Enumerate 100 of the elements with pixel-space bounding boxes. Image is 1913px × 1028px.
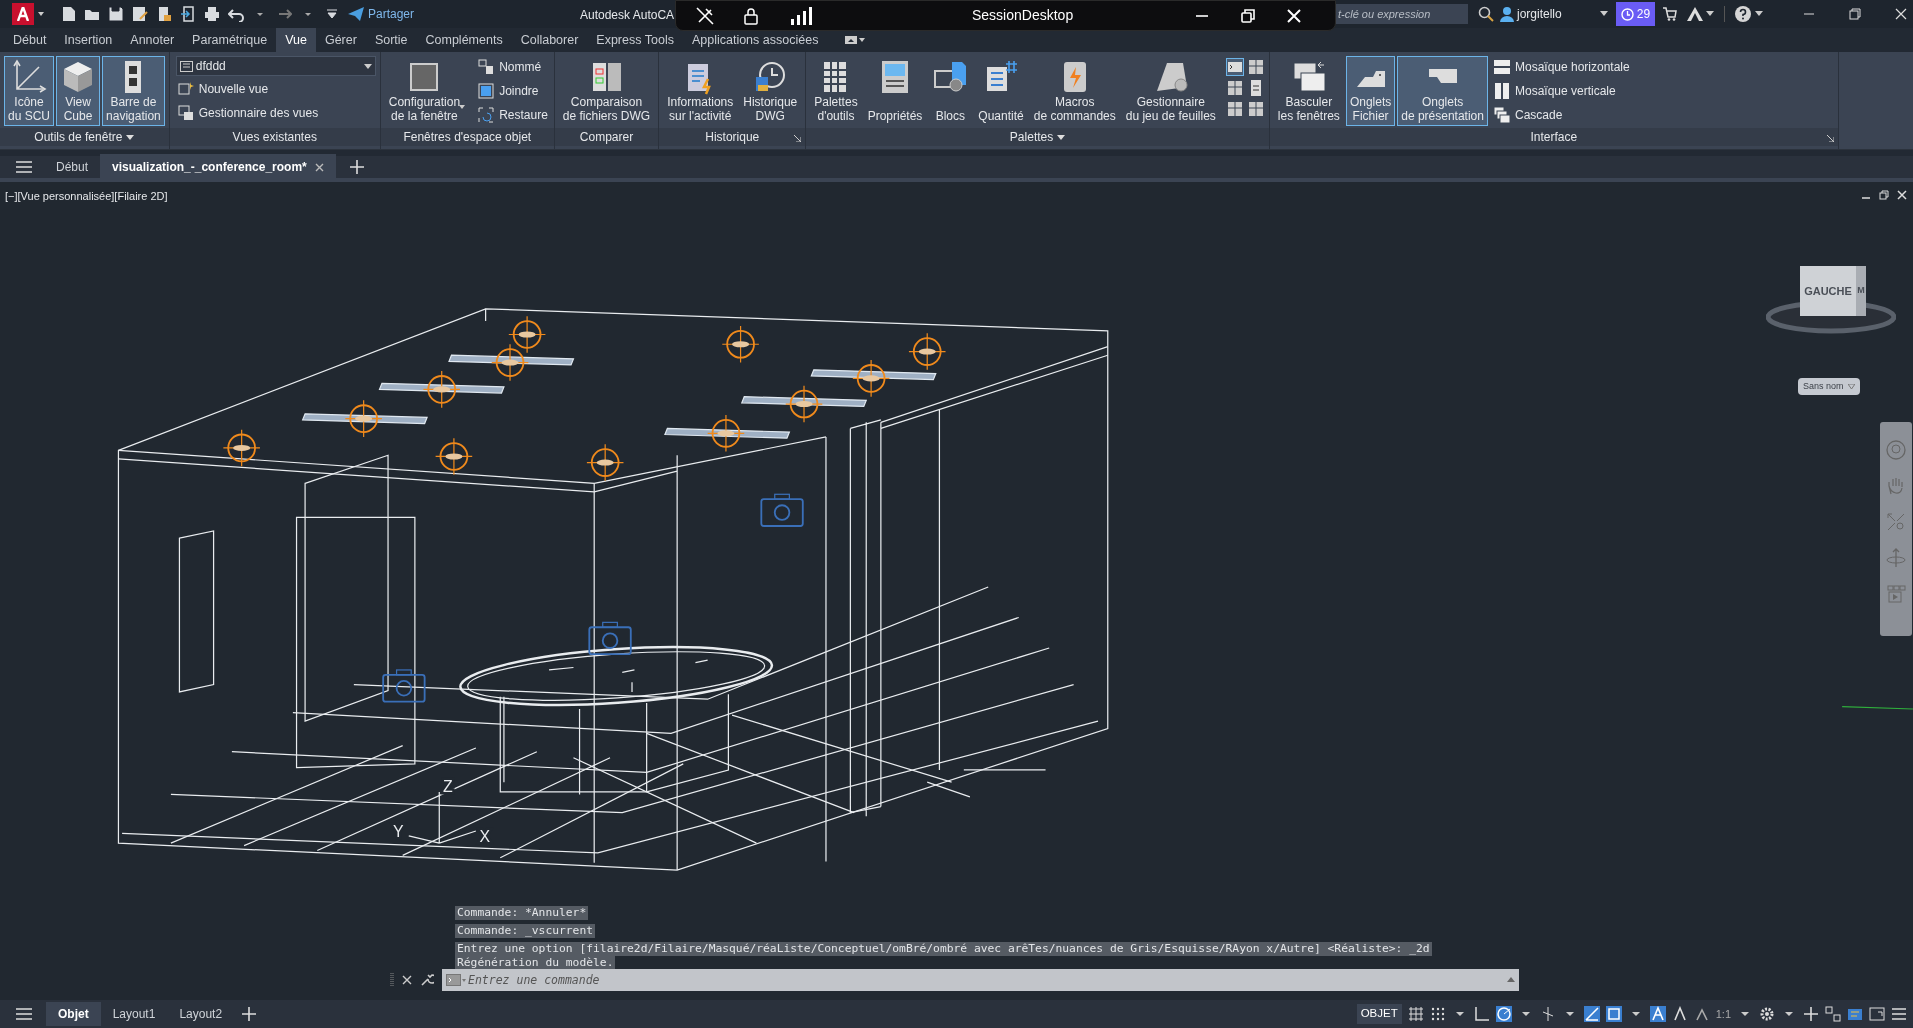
unplug-icon[interactable] xyxy=(696,6,714,25)
ribbon-button[interactable]: Comparaison de fichiers DWG xyxy=(558,56,655,126)
ribbon-small-button[interactable]: Restaure xyxy=(476,104,550,126)
save-icon[interactable] xyxy=(108,6,124,22)
plus-icon[interactable] xyxy=(242,1007,257,1021)
ribbon-tab[interactable]: Compléments xyxy=(416,28,512,52)
ribbon-button[interactable]: Historique DWG xyxy=(739,56,802,126)
prompt-icon[interactable] xyxy=(442,969,468,991)
ribbon-button[interactable]: Macros de commandes xyxy=(1029,56,1120,126)
close-icon[interactable] xyxy=(402,975,412,985)
layout-tab[interactable]: Layout1 xyxy=(100,1002,168,1026)
isometric-icon[interactable] xyxy=(1583,1006,1600,1022)
plus-icon[interactable] xyxy=(1803,1006,1819,1022)
hardware-acceleration-icon[interactable] xyxy=(1847,1006,1863,1022)
object-snap-icon[interactable] xyxy=(1605,1006,1622,1022)
ribbon-small-button[interactable]: Nommé xyxy=(476,56,550,78)
ribbon-button[interactable]: Informations sur l'activité xyxy=(663,56,738,126)
ribbon-tab[interactable]: Vue xyxy=(276,28,316,52)
wrench-icon[interactable] xyxy=(420,973,434,987)
ribbon-button[interactable]: View Cube xyxy=(56,56,101,126)
ribbon-small-button[interactable]: Mosaïque horizontale xyxy=(1491,56,1632,78)
caret-icon[interactable] xyxy=(1755,11,1764,17)
import-icon[interactable] xyxy=(180,6,196,22)
caret-icon[interactable] xyxy=(126,134,135,140)
polar-icon[interactable] xyxy=(1495,1006,1512,1022)
menu-icon[interactable] xyxy=(16,161,32,173)
ribbon-button[interactable]: Palettes d'outils xyxy=(810,56,862,126)
ribbon-tab[interactable]: Début xyxy=(4,28,56,52)
launcher-arrow-icon[interactable] xyxy=(1826,135,1834,142)
ribbon-button[interactable]: Gestionnaire du jeu de feuilles xyxy=(1121,56,1220,126)
caret-icon[interactable] xyxy=(36,10,46,18)
grid-icon[interactable] xyxy=(1407,1006,1424,1022)
annotation-scale-icon[interactable] xyxy=(1649,1006,1666,1022)
document-icon[interactable] xyxy=(156,6,172,22)
isolate-objects-icon[interactable] xyxy=(1825,1006,1841,1022)
ribbon-small-button[interactable]: Cascade xyxy=(1491,104,1632,126)
triangle-logo-icon[interactable] xyxy=(1687,7,1704,21)
layout-tab[interactable]: Objet xyxy=(46,1002,101,1026)
help-icon[interactable] xyxy=(1735,6,1752,22)
undo-icon[interactable] xyxy=(228,6,244,22)
caret-icon[interactable] xyxy=(1706,11,1715,17)
ribbon-tab[interactable]: Paramétrique xyxy=(183,28,277,52)
ribbon-tab[interactable]: Express Tools xyxy=(587,28,683,52)
gear-icon[interactable] xyxy=(1759,1006,1775,1022)
ribbon-small-button[interactable]: Gestionnaire des vues xyxy=(175,102,376,124)
table-grid-icon[interactable] xyxy=(1225,100,1244,118)
caret-up-icon[interactable] xyxy=(1503,969,1519,991)
restore-icon[interactable] xyxy=(1849,8,1862,20)
menu-icon[interactable] xyxy=(1891,1006,1907,1022)
caret-icon[interactable] xyxy=(459,105,466,109)
restore-icon[interactable] xyxy=(1879,190,1889,200)
close-icon[interactable] xyxy=(1897,190,1907,200)
caret-icon[interactable] xyxy=(1599,11,1608,17)
model-space-button[interactable]: OBJET xyxy=(1356,1004,1402,1024)
ribbon-small-button[interactable]: Nouvelle vue xyxy=(175,78,376,100)
save-as-icon[interactable] xyxy=(132,6,148,22)
ribbon-button[interactable]: Barre de navigation xyxy=(102,56,165,126)
ribbon-button[interactable]: Icône du SCU xyxy=(4,56,55,126)
clean-screen-icon[interactable] xyxy=(1869,1006,1885,1022)
cart-icon[interactable] xyxy=(1663,7,1678,21)
trial-badge[interactable]: 29 xyxy=(1615,2,1656,26)
viewcube[interactable]: GAUCHE xyxy=(1800,266,1856,316)
new-file-icon[interactable] xyxy=(60,6,76,22)
ribbon-button[interactable]: Blocs xyxy=(928,56,973,126)
caret-icon[interactable] xyxy=(1057,134,1066,140)
ribbon-button[interactable]: Basculer les fenêtres xyxy=(1273,56,1344,126)
stacked-sheets-icon[interactable] xyxy=(1246,58,1265,76)
ribbon-button[interactable]: Onglets de présentation xyxy=(1397,56,1488,126)
search-field[interactable]: t-clé ou expression xyxy=(1336,4,1468,24)
panel-toggle-icon[interactable] xyxy=(845,35,866,45)
viewport-controls-label[interactable]: [−][Vue personnalisée][Filaire 2D] xyxy=(5,188,168,205)
ribbon-button[interactable]: Propriétés xyxy=(863,56,927,126)
search-icon[interactable] xyxy=(1478,6,1494,22)
document-tab[interactable]: visualization_-_conference_room* xyxy=(100,154,336,180)
layout-tab[interactable]: Layout2 xyxy=(167,1002,235,1026)
restore-icon[interactable] xyxy=(1241,8,1256,23)
ribbon-small-button[interactable]: Mosaïque verticale xyxy=(1491,80,1632,102)
command-input-field[interactable]: Entrez une commande xyxy=(468,969,1503,991)
view-menu-dropdown[interactable]: Sans nom xyxy=(1798,378,1860,395)
ribbon-button[interactable]: Quantité xyxy=(974,56,1028,126)
ribbon-button[interactable]: Configuration de la fenêtre xyxy=(384,56,465,126)
ribbon-tab[interactable]: Sortie xyxy=(365,28,417,52)
launcher-arrow-icon[interactable] xyxy=(794,135,802,142)
view-dropdown[interactable]: dfddd xyxy=(175,56,376,76)
ribbon-small-button[interactable]: Joindre xyxy=(476,80,550,102)
signal-bars-icon[interactable] xyxy=(790,6,812,25)
lock-icon[interactable] xyxy=(744,6,758,25)
ribbon-tab[interactable]: Applications associées xyxy=(682,28,828,52)
document-tab[interactable]: Début xyxy=(44,154,101,180)
ribbon-button[interactable]: Onglets Fichier xyxy=(1345,56,1396,126)
ribbon-tab[interactable]: Insertion xyxy=(55,28,122,52)
ortho-icon[interactable] xyxy=(1473,1006,1490,1022)
ribbon-tab[interactable]: Collaborer xyxy=(511,28,588,52)
user-account-button[interactable]: jorgitello xyxy=(1500,5,1562,23)
snap-dots-icon[interactable] xyxy=(1429,1006,1446,1022)
terminal-icon[interactable] xyxy=(1225,58,1244,76)
close-icon[interactable] xyxy=(1895,8,1908,20)
share-button[interactable]: Partager xyxy=(348,5,415,23)
scale-button[interactable]: 1:1 xyxy=(1715,1005,1731,1023)
menu-icon[interactable] xyxy=(16,1008,32,1020)
